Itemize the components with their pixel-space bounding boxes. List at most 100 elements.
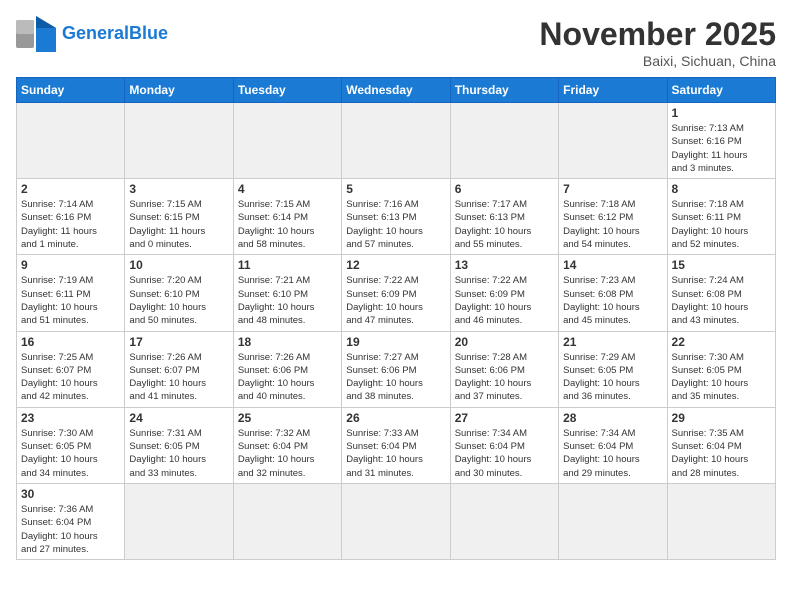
day-number: 24 [129,411,228,425]
day-number: 20 [455,335,554,349]
weekday-header-thursday: Thursday [450,78,558,103]
calendar-cell: 13Sunrise: 7:22 AM Sunset: 6:09 PM Dayli… [450,255,558,331]
day-info: Sunrise: 7:17 AM Sunset: 6:13 PM Dayligh… [455,198,554,251]
weekday-header-friday: Friday [559,78,667,103]
logo-blue: Blue [129,23,168,43]
day-number: 12 [346,258,445,272]
calendar-week-row: 1Sunrise: 7:13 AM Sunset: 6:16 PM Daylig… [17,103,776,179]
calendar-cell [125,483,233,559]
day-number: 7 [563,182,662,196]
logo-icon [16,16,56,52]
day-info: Sunrise: 7:18 AM Sunset: 6:12 PM Dayligh… [563,198,662,251]
calendar-cell [450,103,558,179]
day-number: 25 [238,411,337,425]
weekday-header-sunday: Sunday [17,78,125,103]
day-number: 6 [455,182,554,196]
day-info: Sunrise: 7:28 AM Sunset: 6:06 PM Dayligh… [455,351,554,404]
calendar-cell: 24 Sunrise: 7:31 AM Sunset: 6:05 PM Dayli… [125,407,233,483]
calendar-week-row: 30 Sunrise: 7:36 AM Sunset: 6:04 PM Dayli… [17,483,776,559]
calendar: SundayMondayTuesdayWednesdayThursdayFrid… [16,77,776,560]
day-info: Sunrise: 7:27 AM Sunset: 6:06 PM Dayligh… [346,351,445,404]
logo: GeneralBlue [16,16,168,52]
calendar-cell: 26 Sunrise: 7:33 AM Sunset: 6:04 PM Dayli… [342,407,450,483]
calendar-cell: 18Sunrise: 7:26 AM Sunset: 6:06 PM Dayli… [233,331,341,407]
calendar-week-row: 9Sunrise: 7:19 AM Sunset: 6:11 PM Daylig… [17,255,776,331]
calendar-cell [559,103,667,179]
calendar-week-row: 16 Sunrise: 7:25 AM Sunset: 6:07 PM Dayli… [17,331,776,407]
day-number: 26 [346,411,445,425]
calendar-cell: 29Sunrise: 7:35 AM Sunset: 6:04 PM Dayli… [667,407,775,483]
day-info: Sunrise: 7:26 AM Sunset: 6:07 PM Dayligh… [129,351,228,404]
day-info: Sunrise: 7:21 AM Sunset: 6:10 PM Dayligh… [238,274,337,327]
calendar-cell [342,483,450,559]
day-info: Sunrise: 7:15 AM Sunset: 6:14 PM Dayligh… [238,198,337,251]
day-number: 23 [21,411,120,425]
day-info: Sunrise: 7:35 AM Sunset: 6:04 PM Dayligh… [672,427,771,480]
day-number: 4 [238,182,337,196]
calendar-cell: 4 Sunrise: 7:15 AM Sunset: 6:14 PM Daylig… [233,179,341,255]
day-number: 1 [672,106,771,120]
day-info: Sunrise: 7:34 AM Sunset: 6:04 PM Dayligh… [563,427,662,480]
day-info: Sunrise: 7:15 AM Sunset: 6:15 PM Dayligh… [129,198,228,251]
day-number: 16 [21,335,120,349]
weekday-header-saturday: Saturday [667,78,775,103]
day-info: Sunrise: 7:34 AM Sunset: 6:04 PM Dayligh… [455,427,554,480]
calendar-cell: 1Sunrise: 7:13 AM Sunset: 6:16 PM Daylig… [667,103,775,179]
calendar-cell: 11Sunrise: 7:21 AM Sunset: 6:10 PM Dayli… [233,255,341,331]
calendar-cell: 2 Sunrise: 7:14 AM Sunset: 6:16 PM Daylig… [17,179,125,255]
calendar-cell [667,483,775,559]
calendar-cell: 14Sunrise: 7:23 AM Sunset: 6:08 PM Dayli… [559,255,667,331]
day-number: 2 [21,182,120,196]
calendar-cell: 21 Sunrise: 7:29 AM Sunset: 6:05 PM Dayli… [559,331,667,407]
calendar-cell: 9Sunrise: 7:19 AM Sunset: 6:11 PM Daylig… [17,255,125,331]
day-info: Sunrise: 7:16 AM Sunset: 6:13 PM Dayligh… [346,198,445,251]
calendar-cell: 8Sunrise: 7:18 AM Sunset: 6:11 PM Daylig… [667,179,775,255]
day-info: Sunrise: 7:25 AM Sunset: 6:07 PM Dayligh… [21,351,120,404]
day-info: Sunrise: 7:33 AM Sunset: 6:04 PM Dayligh… [346,427,445,480]
calendar-cell: 25 Sunrise: 7:32 AM Sunset: 6:04 PM Dayli… [233,407,341,483]
location: Baixi, Sichuan, China [539,53,776,69]
logo-text: GeneralBlue [62,24,168,44]
calendar-cell: 17 Sunrise: 7:26 AM Sunset: 6:07 PM Dayli… [125,331,233,407]
day-info: Sunrise: 7:24 AM Sunset: 6:08 PM Dayligh… [672,274,771,327]
calendar-cell: 10 Sunrise: 7:20 AM Sunset: 6:10 PM Dayli… [125,255,233,331]
page-header: GeneralBlue November 2025 Baixi, Sichuan… [16,16,776,69]
calendar-cell: 23Sunrise: 7:30 AM Sunset: 6:05 PM Dayli… [17,407,125,483]
calendar-cell: 6 Sunrise: 7:17 AM Sunset: 6:13 PM Daylig… [450,179,558,255]
calendar-cell [450,483,558,559]
day-number: 8 [672,182,771,196]
calendar-header-row: SundayMondayTuesdayWednesdayThursdayFrid… [17,78,776,103]
day-info: Sunrise: 7:36 AM Sunset: 6:04 PM Dayligh… [21,503,120,556]
day-info: Sunrise: 7:22 AM Sunset: 6:09 PM Dayligh… [346,274,445,327]
day-info: Sunrise: 7:30 AM Sunset: 6:05 PM Dayligh… [672,351,771,404]
calendar-week-row: 23Sunrise: 7:30 AM Sunset: 6:05 PM Dayli… [17,407,776,483]
calendar-cell: 22 Sunrise: 7:30 AM Sunset: 6:05 PM Dayli… [667,331,775,407]
day-info: Sunrise: 7:29 AM Sunset: 6:05 PM Dayligh… [563,351,662,404]
day-info: Sunrise: 7:20 AM Sunset: 6:10 PM Dayligh… [129,274,228,327]
calendar-cell: 7 Sunrise: 7:18 AM Sunset: 6:12 PM Daylig… [559,179,667,255]
month-title: November 2025 [539,16,776,53]
calendar-week-row: 2 Sunrise: 7:14 AM Sunset: 6:16 PM Daylig… [17,179,776,255]
day-number: 3 [129,182,228,196]
calendar-cell: 15Sunrise: 7:24 AM Sunset: 6:08 PM Dayli… [667,255,775,331]
calendar-cell: 27 Sunrise: 7:34 AM Sunset: 6:04 PM Dayli… [450,407,558,483]
title-block: November 2025 Baixi, Sichuan, China [539,16,776,69]
day-number: 27 [455,411,554,425]
day-number: 22 [672,335,771,349]
calendar-cell [233,103,341,179]
day-number: 30 [21,487,120,501]
day-number: 14 [563,258,662,272]
calendar-cell [559,483,667,559]
calendar-cell: 12 Sunrise: 7:22 AM Sunset: 6:09 PM Dayli… [342,255,450,331]
logo-general: General [62,23,129,43]
day-number: 21 [563,335,662,349]
calendar-cell: 30 Sunrise: 7:36 AM Sunset: 6:04 PM Dayli… [17,483,125,559]
day-number: 28 [563,411,662,425]
day-info: Sunrise: 7:32 AM Sunset: 6:04 PM Dayligh… [238,427,337,480]
calendar-cell: 28 Sunrise: 7:34 AM Sunset: 6:04 PM Dayli… [559,407,667,483]
day-number: 10 [129,258,228,272]
day-number: 17 [129,335,228,349]
day-info: Sunrise: 7:14 AM Sunset: 6:16 PM Dayligh… [21,198,120,251]
day-number: 13 [455,258,554,272]
day-info: Sunrise: 7:31 AM Sunset: 6:05 PM Dayligh… [129,427,228,480]
